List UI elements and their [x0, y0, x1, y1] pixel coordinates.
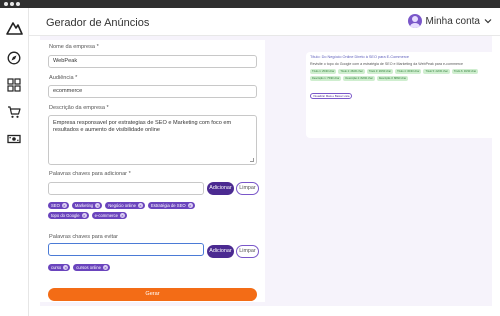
keyword-chip-label: e-commerce: [94, 213, 118, 218]
keywords-add-button[interactable]: Adicionar: [207, 182, 234, 195]
cart-icon[interactable]: [7, 105, 21, 119]
keyword-chip: e-commerce ×: [91, 212, 127, 219]
preview-tag: Descrição 2: 82/90 char: [343, 76, 375, 81]
preview-action-button[interactable]: Visualizar Mais e Baixar Lista: [310, 93, 353, 99]
generate-button[interactable]: Gerar: [48, 288, 257, 301]
top-header: Gerador de Anúncios Minha conta: [29, 8, 500, 36]
keywords-add-input[interactable]: [48, 182, 204, 195]
remove-chip-icon[interactable]: ×: [81, 213, 87, 218]
preview-tag: Título 6: 30/30 char: [451, 69, 479, 74]
preview-tag: Título 5: 22/30 char: [423, 69, 450, 74]
keywords-clear-button[interactable]: Limpar: [236, 182, 259, 195]
preview-tag: Descrição 1: 75/90 char: [310, 76, 342, 81]
remove-chip-icon[interactable]: ×: [119, 213, 125, 218]
keywords-avoid-add-button[interactable]: Adicionar: [207, 245, 234, 258]
avatar-icon: [407, 14, 422, 28]
preview-tag: Título 3: 28/30 char: [366, 69, 394, 74]
account-menu[interactable]: Minha conta: [407, 14, 492, 28]
keyword-chip-label: cursos online: [76, 265, 101, 270]
company-name-input[interactable]: WebPeak: [48, 55, 257, 68]
window-dot[interactable]: [16, 2, 20, 6]
resize-handle[interactable]: [250, 158, 254, 162]
keyword-chip-label: SEO: [51, 203, 60, 208]
remove-chip-icon[interactable]: ×: [95, 203, 101, 208]
remove-chip-icon[interactable]: ×: [61, 203, 67, 208]
grid-icon[interactable]: [7, 78, 21, 92]
keyword-chip-label: Estratégia de SEO: [150, 203, 186, 208]
account-name: Minha conta: [425, 15, 480, 27]
preview-tag: Título 4: 30/30 char: [395, 69, 422, 74]
app-window: Gerador de Anúncios Minha conta Título: …: [0, 0, 500, 316]
remove-chip-icon[interactable]: ×: [137, 203, 143, 208]
preview-title: Título: Do Negócio Online Direto à SEO p…: [310, 55, 409, 59]
preview-tag: Título 1: 25/30 char: [310, 69, 337, 74]
keyword-chip-label: Marketing: [74, 203, 94, 208]
description-text: Empresa responsavel por estrategias de S…: [53, 120, 232, 133]
keyword-chip-label: topo do Google: [51, 213, 80, 218]
remove-chip-icon[interactable]: ×: [187, 203, 193, 208]
keyword-chip: Marketing ×: [71, 202, 103, 209]
remove-chip-icon[interactable]: ×: [102, 265, 108, 270]
keywords-avoid-label: Palavras chaves para evitar: [49, 234, 119, 240]
audience-input[interactable]: ecommerce: [48, 85, 257, 98]
keywords-avoid-clear-button[interactable]: Limpar: [236, 245, 259, 258]
window-titlebar: [0, 0, 500, 8]
description-textarea[interactable]: Empresa responsavel por estrategias de S…: [48, 115, 257, 165]
preview-subtitle: Revisite o topo do Google com a estratég…: [310, 62, 463, 66]
preview-tag: Título 2: 26/30 char: [338, 69, 365, 74]
logo-icon[interactable]: [6, 21, 23, 35]
page-title: Gerador de Anúncios: [46, 17, 150, 29]
money-icon[interactable]: [7, 132, 21, 146]
keywords-add-label: Palavras chaves para adicionar *: [49, 171, 131, 177]
keywords-avoid-chips: curso × cursos online ×: [48, 264, 218, 271]
keywords-add-chips: SEO × Marketing × Negócio online × Estratégia …: [48, 202, 218, 219]
keyword-chip-label: Negócio online: [108, 203, 136, 208]
compass-icon[interactable]: [7, 51, 21, 65]
company-name-label: Nome da empresa *: [49, 44, 99, 50]
preview-panel: Título: Do Negócio Online Direto à SEO p…: [306, 52, 500, 138]
chevron-down-icon: [484, 19, 492, 24]
keyword-chip: SEO ×: [48, 202, 69, 209]
keyword-chip: Estratégia de SEO ×: [147, 202, 195, 209]
keyword-chip: topo do Google ×: [48, 212, 89, 219]
preview-tags: Título 1: 25/30 char Título 2: 26/30 char…: [310, 69, 500, 81]
window-dot[interactable]: [4, 2, 8, 6]
keyword-chip-label: curso: [51, 265, 62, 270]
description-label: Descrição da empresa *: [49, 105, 109, 111]
keyword-chip: cursos online ×: [73, 264, 110, 271]
audience-label: Audiência *: [49, 75, 78, 81]
sidebar: [0, 8, 29, 316]
keyword-chip: Negócio online ×: [105, 202, 145, 209]
remove-chip-icon[interactable]: ×: [63, 265, 69, 270]
window-dot[interactable]: [10, 2, 14, 6]
keywords-avoid-input[interactable]: [48, 243, 204, 256]
preview-tag: Descrição 3: 88/90 char: [376, 76, 409, 81]
keyword-chip: curso ×: [48, 264, 71, 271]
